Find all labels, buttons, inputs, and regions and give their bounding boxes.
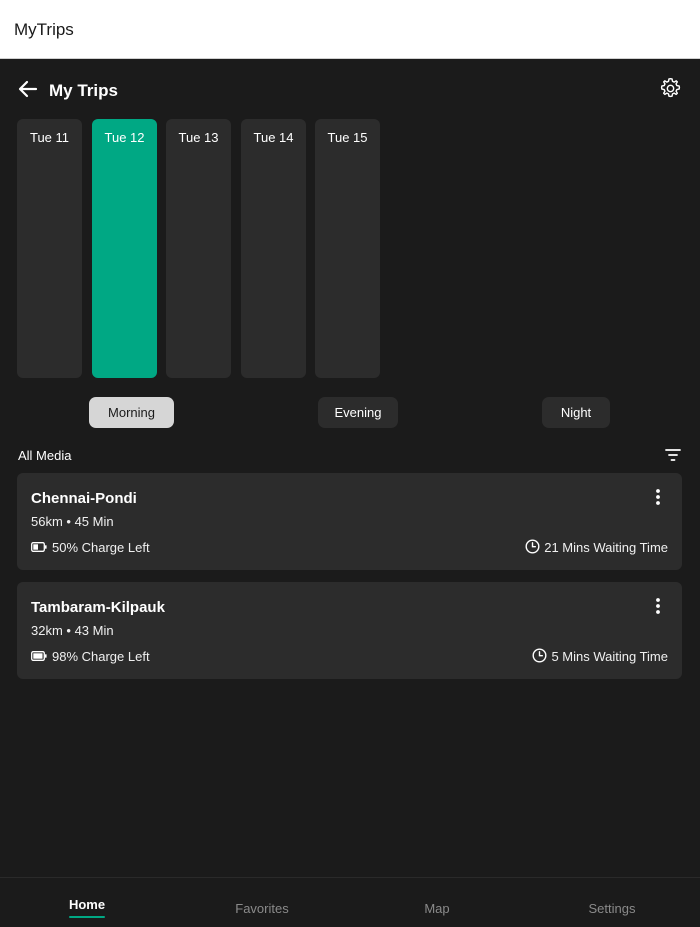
trip-charge: 98% Charge Left [52,649,150,664]
window-titlebar: MyTrips [0,0,700,59]
clock-icon [525,539,540,554]
page-title: My Trips [49,81,118,100]
trip-charge: 50% Charge Left [52,540,150,555]
nav-label: Favorites [235,901,289,916]
trip-card[interactable]: Chennai-Pondi 56km • 45 Min 50% Charge L… [17,473,682,570]
day-label: Tue 14 [253,130,294,145]
nav-settings[interactable]: Settings [552,878,672,927]
slot-morning[interactable]: Morning [89,397,174,428]
day-label: Tue 15 [327,130,368,145]
window-title: MyTrips [14,20,74,39]
nav-label: Home [68,897,106,912]
trip-card[interactable]: Tambaram-Kilpauk 32km • 43 Min 98% Charg… [17,582,682,679]
nav-label: Settings [588,901,636,916]
day-tue-15[interactable]: Tue 15 [315,119,380,378]
day-tue-14[interactable]: Tue 14 [241,119,306,378]
day-tue-11[interactable]: Tue 11 [17,119,82,378]
trip-meta: 56km • 45 Min [31,514,114,529]
nav-favorites[interactable]: Favorites [202,878,322,927]
trip-wait-time: 5 Mins Waiting Time [551,649,668,664]
gear-icon[interactable] [659,77,682,100]
trip-name: Chennai-Pondi [31,490,137,507]
nav-map[interactable]: Map [377,878,497,927]
trip-name: Tambaram-Kilpauk [31,599,165,616]
trip-wait-time: 21 Mins Waiting Time [544,540,668,555]
trip-meta: 32km • 43 Min [31,623,114,638]
arrow-left-icon[interactable] [17,78,39,100]
slot-night[interactable]: Night [542,397,610,428]
battery-icon [31,542,47,552]
bottom-navigation: Home Favorites Map Settings [0,877,700,927]
day-label: Tue 11 [29,130,70,145]
app-header: My Trips [0,59,700,117]
media-filter-label: All Media [18,448,72,463]
clock-icon [532,648,547,663]
day-label: Tue 12 [104,130,145,145]
day-tue-13[interactable]: Tue 13 [166,119,231,378]
filter-icon[interactable] [665,447,681,463]
active-indicator [69,916,105,918]
nav-label: Map [424,901,450,916]
nav-home[interactable]: Home [27,878,147,927]
day-tue-12[interactable]: Tue 12 [92,119,157,378]
day-label: Tue 13 [178,130,219,145]
battery-icon [31,651,47,661]
slot-evening[interactable]: Evening [318,397,398,428]
more-vert-icon[interactable] [651,597,665,615]
more-vert-icon[interactable] [651,488,665,506]
